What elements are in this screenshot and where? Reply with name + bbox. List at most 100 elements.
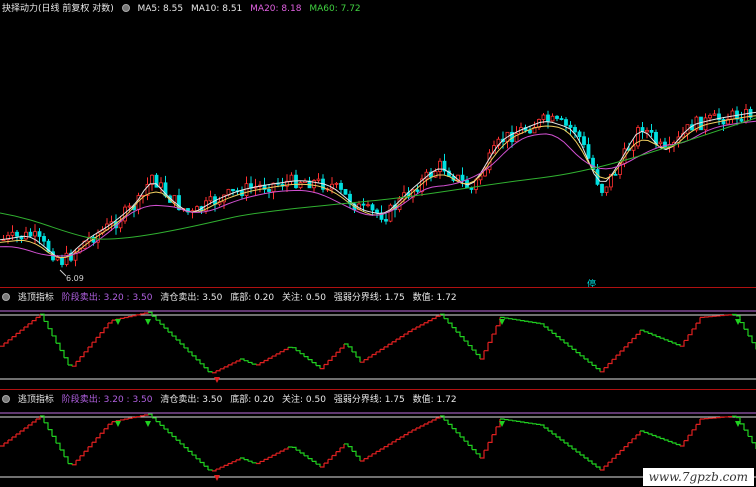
candle-body [366,204,370,207]
indicator-step [208,469,213,471]
indicator-step [432,316,437,320]
indicator-step [296,350,301,354]
candle-body [24,231,28,240]
indicator-step [392,439,397,443]
indicator-step [552,433,557,437]
indicator-step [496,419,501,428]
strength-line-label: 强弱分界线: 1.75 [333,395,405,405]
stock-title: 抉择动力(日线 前复权 对数) [2,4,114,14]
indicator-step [364,357,369,361]
indicator-step [12,434,17,438]
sell-arrow-icon [145,319,151,325]
indicator-step [104,323,109,329]
indicator2-name: 逃顶指标 [17,395,54,405]
indicator-step [32,317,37,322]
indicator-step [556,436,561,440]
indicator-step [464,440,469,446]
indicator-step [392,339,397,343]
indicator-step [556,336,561,340]
indicator-step [560,439,565,443]
indicator-step [632,434,637,440]
indicator-step [368,354,373,358]
indicator-step [336,447,341,453]
indicator-step [504,419,509,421]
indicator-step [312,362,317,366]
candle-body [546,114,550,122]
indicator-step [692,424,697,431]
indicator-step [96,332,101,338]
panel-divider [0,287,756,288]
indicator-step [536,423,541,425]
indicator-step [668,340,673,343]
indicator-step [372,351,377,356]
indicator-step [16,330,21,334]
indicator-step [52,335,57,344]
indicator-step [492,426,497,436]
indicator-step [108,320,113,324]
indicator-panel-1[interactable]: 逃顶指标 阶段卖出: 3.20 : 3.50 清仓卖出: 3.50 底部: 0.… [0,289,756,389]
indicator-step [300,452,305,456]
settings-circle-icon[interactable] [2,293,10,301]
indicator-step [172,435,177,441]
candle-body [604,186,609,193]
indicator-step [120,419,125,421]
indicator-step [572,448,577,452]
indicator-step [396,437,401,440]
indicator-step [744,429,749,437]
indicator-step [316,463,321,467]
indicator-step [176,439,181,444]
indicator-step [652,334,657,337]
indicator-step [200,363,205,368]
indicator-step [588,361,593,366]
indicator-step [532,423,537,425]
indicator-step [500,316,505,319]
indicator2-legend: 逃顶指标 阶段卖出: 3.20 : 3.50 清仓卖出: 3.50 底部: 0.… [2,394,462,406]
indicator-step [24,425,29,429]
candle-body [343,189,348,195]
indicator-step [660,437,665,440]
candle-body [460,174,465,181]
indicator-step [92,437,97,443]
indicator-step [508,419,513,421]
indicator-step [180,443,185,448]
indicator-step [460,436,465,442]
indicator-step [412,327,417,330]
indicator-step [624,342,629,348]
candle-body [150,174,154,185]
indicator-step [524,422,529,424]
indicator1-legend: 逃顶指标 阶段卖出: 3.20 : 3.50 清仓卖出: 3.50 底部: 0.… [2,292,462,304]
indicator-step [196,458,201,463]
indicator-step [144,414,149,416]
candle-body [739,118,744,122]
indicator-step [340,344,345,349]
indicator-step [752,342,756,350]
indicator-step [336,348,341,353]
indicator-step [672,442,677,445]
candle-body [555,115,559,119]
indicator-step [168,432,173,437]
indicator-step [292,446,297,451]
indicator-step [108,421,113,425]
indicator-step [644,331,649,334]
indicator-step [688,429,693,436]
indicator-step [564,342,569,347]
settings-circle-icon[interactable] [121,4,130,12]
indicator-step [580,355,585,359]
ma60-label: MA60: 7.72 [309,4,361,14]
indicator-step [380,446,385,450]
bottom-label: 底部: 0.20 [230,293,275,303]
indicator-step [604,462,609,467]
indicator-step [4,339,9,344]
indicator-step [424,320,429,324]
indicator-step [608,458,613,463]
kline-panel[interactable]: 抉择动力(日线 前复权 对数) MA5: 8.55 MA10: 8.51 MA2… [0,0,756,287]
settings-circle-icon[interactable] [2,395,10,403]
indicator-step [688,328,693,336]
clear-sell-label: 清仓卖出: 3.50 [160,395,223,405]
indicator-step [576,352,581,356]
indicator-step [408,329,413,333]
candle-body [361,203,366,206]
candle-body [559,118,564,120]
indicator-step [196,359,201,364]
indicator-step [520,421,525,423]
